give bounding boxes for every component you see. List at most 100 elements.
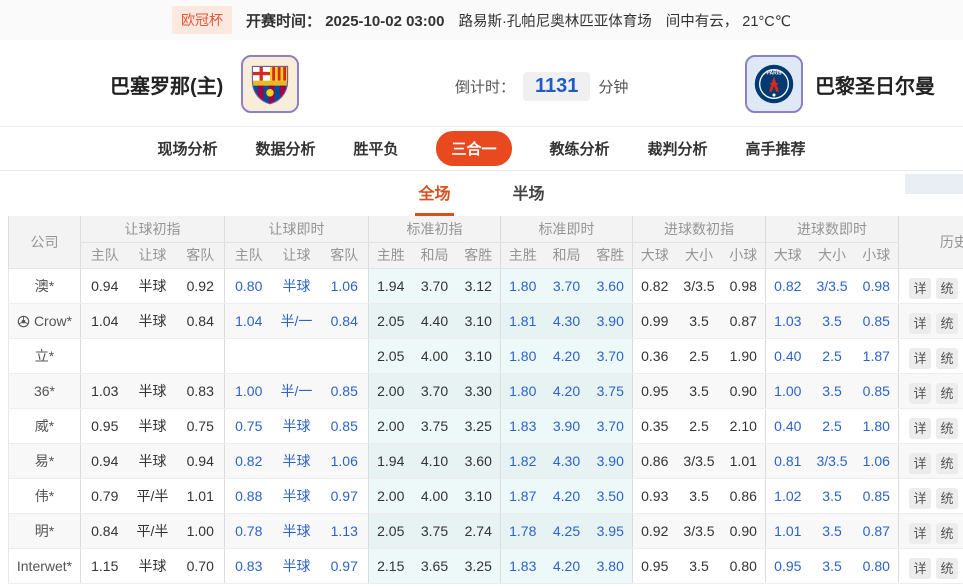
col-sub-header: 客队: [177, 242, 225, 268]
weather-info: 间中有云， 21°C℃: [666, 10, 791, 31]
odds-cell: 3.5: [677, 303, 722, 338]
tab-live-analysis[interactable]: 现场分析: [157, 138, 217, 159]
odds-cell: 2.5: [810, 408, 855, 443]
detail-button[interactable]: 详: [909, 558, 931, 579]
odds-cell: 3.10: [457, 478, 501, 513]
odds-cell: 1.03: [81, 373, 129, 408]
stats-button[interactable]: 统: [936, 383, 958, 404]
odds-cell: 1.90: [722, 338, 766, 373]
stats-button[interactable]: 统: [936, 348, 958, 369]
countdown: 倒计时： 1131 分钟: [455, 72, 628, 101]
col-sub-header: 客胜: [457, 242, 501, 268]
odds-cell: 0.79: [81, 478, 129, 513]
detail-button[interactable]: 详: [909, 278, 931, 299]
odds-cell: 1.04: [81, 303, 129, 338]
psg-crest-icon: PARIS: [752, 62, 796, 106]
odds-cell: 3.25: [457, 548, 501, 583]
tab-three-in-one[interactable]: 三合一: [436, 131, 511, 166]
detail-button[interactable]: 详: [909, 383, 931, 404]
odds-cell: 1.06: [855, 443, 899, 478]
subtab-half-match[interactable]: 半场: [510, 172, 548, 216]
tab-referee-analysis[interactable]: 裁判分析: [648, 138, 708, 159]
odds-cell: 2.10: [722, 408, 766, 443]
odds-cell: 半球: [129, 373, 177, 408]
analysis-nav: 现场分析 数据分析 胜平负 三合一 教练分析 裁判分析 高手推荐: [0, 126, 963, 171]
col-group-handicap-initial: 让球初指: [81, 216, 225, 242]
company-name: 伟*: [9, 478, 81, 513]
col-group-goals-live: 进球数即时: [766, 216, 899, 242]
tab-coach-analysis[interactable]: 教练分析: [550, 138, 610, 159]
odds-cell: [129, 338, 177, 373]
kickoff-time: 开赛时间： 2025-10-02 03:00: [246, 10, 444, 31]
odds-cell: 0.36: [633, 338, 677, 373]
stats-button[interactable]: 统: [936, 558, 958, 579]
odds-cell: 0.85: [321, 373, 369, 408]
detail-button[interactable]: 详: [909, 348, 931, 369]
odds-cell: 0.75: [225, 408, 273, 443]
odds-cell: 0.93: [633, 478, 677, 513]
odds-cell: 3.70: [413, 373, 457, 408]
stats-button[interactable]: 统: [936, 453, 958, 474]
odds-cell: 3.95: [589, 513, 633, 548]
odds-cell: 3.5: [810, 513, 855, 548]
kickoff-value: 2025-10-02 03:00: [325, 13, 444, 30]
col-sub-header: 让球: [129, 242, 177, 268]
odds-cell: 3.30: [457, 373, 501, 408]
odds-row: 易*0.94半球0.940.82半球1.061.944.103.601.824.…: [9, 443, 963, 478]
stats-button[interactable]: 统: [936, 313, 958, 334]
match-header: 巴塞罗那(主) 倒计时： 1131 分钟: [0, 40, 963, 126]
odds-cell: 0.92: [633, 513, 677, 548]
col-sub-header: 主胜: [369, 242, 413, 268]
odds-cell: 1.80: [501, 268, 545, 303]
odds-cell: 1.13: [321, 513, 369, 548]
odds-cell: 半球: [129, 408, 177, 443]
odds-cell: 3.10: [457, 338, 501, 373]
col-sub-header: 主队: [225, 242, 273, 268]
odds-cell: 0.94: [177, 443, 225, 478]
odds-cell: 0.75: [177, 408, 225, 443]
stats-button[interactable]: 统: [936, 523, 958, 544]
home-team-logo: [241, 55, 299, 113]
venue-name: 路易斯·孔帕尼奥林匹亚体育场: [458, 10, 651, 31]
tab-expert-picks[interactable]: 高手推荐: [746, 138, 806, 159]
odds-cell: 1.04: [225, 303, 273, 338]
odds-cell: 3.5: [677, 373, 722, 408]
away-team-logo: PARIS: [745, 55, 803, 113]
odds-cell: 3.5: [810, 303, 855, 338]
odds-cell: 0.99: [633, 303, 677, 338]
detail-button[interactable]: 详: [909, 418, 931, 439]
tab-win-draw-lose[interactable]: 胜平负: [353, 138, 398, 159]
odds-cell: 1.02: [766, 478, 810, 513]
odds-cell: 半球: [273, 443, 321, 478]
odds-cell: 0.84: [177, 303, 225, 338]
col-sub-header: 和局: [413, 242, 457, 268]
odds-cell: 1.00: [225, 373, 273, 408]
detail-button[interactable]: 详: [909, 523, 931, 544]
subtab-full-match[interactable]: 全场: [415, 172, 453, 216]
col-group-goals-initial: 进球数初指: [633, 216, 766, 242]
history-cell: 详统: [899, 408, 963, 443]
odds-cell: 2.5: [677, 338, 722, 373]
stats-button[interactable]: 统: [936, 278, 958, 299]
odds-cell: 1.94: [369, 268, 413, 303]
col-sub-header: 主队: [81, 242, 129, 268]
odds-cell: 1.00: [766, 373, 810, 408]
stats-button[interactable]: 统: [936, 488, 958, 509]
odds-cell: 2.00: [369, 373, 413, 408]
odds-cell: 3/3.5: [677, 513, 722, 548]
odds-cell: 半球: [129, 268, 177, 303]
company-name: Interwet*: [9, 548, 81, 583]
stats-button[interactable]: 统: [936, 418, 958, 439]
detail-button[interactable]: 详: [909, 453, 931, 474]
odds-row: 明*0.84平/半1.000.78半球1.132.053.752.741.784…: [9, 513, 963, 548]
tab-data-analysis[interactable]: 数据分析: [255, 138, 315, 159]
odds-cell: 2.15: [369, 548, 413, 583]
col-sub-header: 大小: [810, 242, 855, 268]
detail-button[interactable]: 详: [909, 313, 931, 334]
odds-cell: 1.00: [177, 513, 225, 548]
odds-cell: 0.90: [722, 373, 766, 408]
col-sub-header: 大球: [766, 242, 810, 268]
detail-button[interactable]: 详: [909, 488, 931, 509]
odds-cell: 4.00: [413, 478, 457, 513]
odds-cell: 0.87: [722, 303, 766, 338]
